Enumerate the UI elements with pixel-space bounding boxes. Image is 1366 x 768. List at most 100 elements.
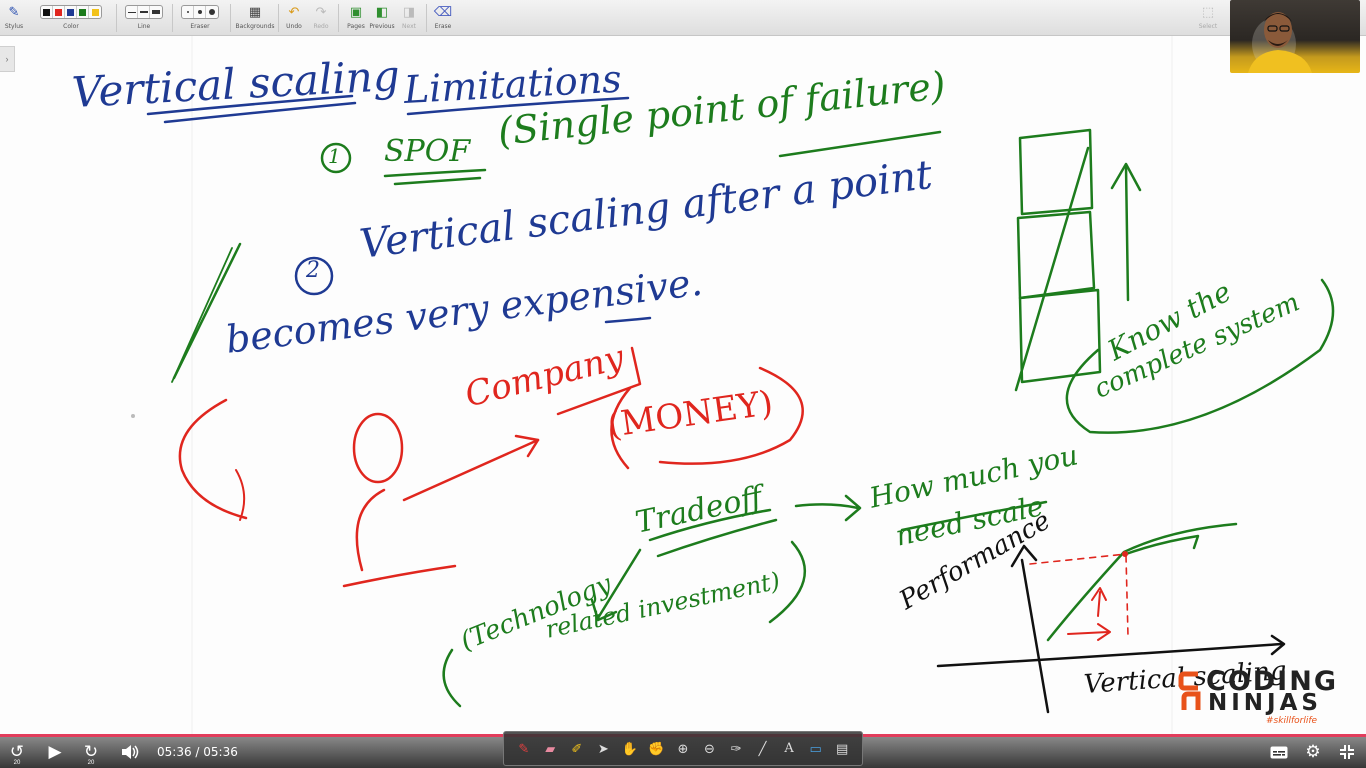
hand-icon[interactable]: ✋ <box>619 738 641 760</box>
eraser-large[interactable] <box>206 6 218 18</box>
right-arrow-shaft <box>794 503 860 510</box>
whiteboard-canvas[interactable]: Vertical scaling Limitations 1 SPOF (Sin… <box>0 36 1366 736</box>
backgrounds-button[interactable]: ▦ Backgrounds <box>235 2 275 34</box>
erase-all-button[interactable]: ⌫ Erase <box>432 2 454 34</box>
captions-button[interactable] <box>1268 740 1290 764</box>
toolbar-divider <box>426 4 427 32</box>
captions-icon <box>1270 746 1288 758</box>
redo-button[interactable]: ↷ Redo <box>310 2 332 34</box>
erase-all-icon: ⌫ <box>433 4 453 19</box>
red-dashed-horizontal <box>1029 553 1127 565</box>
screen-icon[interactable]: ▭ <box>805 738 827 760</box>
backgrounds-label: Backgrounds <box>235 23 275 30</box>
settings-button[interactable]: ⚙ <box>1302 740 1324 764</box>
previous-page-icon: ◧ <box>375 4 389 19</box>
note-point2-number: 2 <box>306 258 320 283</box>
note-point1-number: 1 <box>328 144 341 168</box>
rewind-button[interactable]: ↺ 20 <box>6 740 28 766</box>
logo-tagline: #skillforlife <box>1266 716 1318 726</box>
rewind-20-icon: ↺ <box>9 742 25 761</box>
marker-icon[interactable]: ✐ <box>566 738 588 760</box>
add-page-icon: ▣ <box>349 4 363 19</box>
side-panel-toggle[interactable]: › <box>0 46 15 72</box>
red-arrow-shaft <box>402 438 540 502</box>
tech-open-paren <box>442 648 462 708</box>
highlighter-eraser-icon[interactable]: ▰ <box>540 738 562 760</box>
gear-icon: ⚙ <box>1305 742 1321 761</box>
spof-underline-2 <box>393 176 482 186</box>
text-icon[interactable]: A <box>778 738 800 760</box>
green-slash <box>171 247 233 383</box>
color-picker[interactable]: Color <box>30 2 112 34</box>
pipette-icon[interactable]: ✑ <box>725 738 747 760</box>
color-swatch-black[interactable] <box>41 6 53 18</box>
rewind-seconds: 20 <box>13 760 21 766</box>
performance-curve <box>1046 522 1238 642</box>
color-swatches[interactable] <box>40 5 102 19</box>
eraser-medium[interactable] <box>194 6 206 18</box>
next-page-icon: ◨ <box>402 4 416 19</box>
line-label: Line <box>137 23 151 30</box>
play-icon: ▶ <box>48 742 62 761</box>
volume-icon <box>122 745 139 759</box>
presenter-webcam-icon <box>1248 12 1312 73</box>
stray-dot <box>131 414 135 418</box>
eraser-size-picker[interactable]: Eraser <box>176 2 224 34</box>
line-thin[interactable] <box>126 6 138 18</box>
forward-20-icon: ↻ <box>83 742 99 761</box>
zoom-in-icon[interactable]: ⊕ <box>672 738 694 760</box>
ruler-icon[interactable]: ▤ <box>831 738 853 760</box>
toolbar-divider <box>230 4 231 32</box>
redo-label: Redo <box>313 23 329 30</box>
erase-label: Erase <box>434 23 452 30</box>
red-dashed-vertical <box>1125 555 1129 637</box>
color-swatch-green[interactable] <box>77 6 89 18</box>
time-display: 05:36 / 05:36 <box>157 745 238 759</box>
expensive-underline <box>604 316 652 324</box>
line-icon[interactable]: ╱ <box>752 738 774 760</box>
volume-button[interactable] <box>118 740 142 764</box>
logo-line-2: NINJAS <box>1208 690 1322 716</box>
color-swatch-red[interactable] <box>53 6 65 18</box>
line-width-picker[interactable]: Line <box>120 2 168 34</box>
undo-label: Undo <box>286 23 302 30</box>
line-thick[interactable] <box>150 6 162 18</box>
presenter-webcam <box>1230 0 1360 73</box>
play-button[interactable]: ▶ <box>44 740 66 764</box>
next-page-button[interactable]: ◨ Next <box>398 2 420 34</box>
forward-seconds: 20 <box>87 760 95 766</box>
red-bracket-tail <box>235 469 246 521</box>
select-button[interactable]: ⬚ Select <box>1196 2 1220 34</box>
whiteboard-toolbar: ✎ Stylus Color Line Eraser ▦ Backgrounds… <box>0 0 1366 36</box>
red-point <box>1122 551 1128 557</box>
color-swatch-yellow[interactable] <box>89 6 101 18</box>
pointer-icon[interactable]: ➤ <box>593 738 615 760</box>
color-swatch-blue[interactable] <box>65 6 77 18</box>
undo-button[interactable]: ↶ Undo <box>283 2 305 34</box>
red-small-up-arrow <box>1091 587 1107 617</box>
undo-icon: ↶ <box>288 4 300 19</box>
color-label: Color <box>63 23 79 30</box>
person-body <box>355 488 386 572</box>
failure-underline <box>778 130 942 158</box>
ink-strokes <box>131 36 1335 736</box>
forward-button[interactable]: ↻ 20 <box>80 740 102 766</box>
graph-y-axis <box>1020 558 1050 714</box>
line-medium[interactable] <box>138 6 150 18</box>
stylus-tool[interactable]: ✎ Stylus <box>4 2 24 34</box>
screen: ✎ Stylus Color Line Eraser ▦ Backgrounds… <box>0 0 1366 768</box>
grab-icon[interactable]: ✊ <box>646 738 668 760</box>
pen-icon[interactable]: ✎ <box>513 738 535 760</box>
red-small-right-arrow <box>1067 623 1111 641</box>
stylus-label: Stylus <box>4 23 24 30</box>
next-label: Next <box>402 23 416 30</box>
pages-button[interactable]: ▣ Pages <box>344 2 368 34</box>
zoom-out-icon[interactable]: ⊖ <box>699 738 721 760</box>
fullscreen-button[interactable] <box>1336 740 1358 764</box>
previous-page-button[interactable]: ◧ Previous <box>369 2 394 34</box>
keyboard-icon: ▦ <box>248 4 262 19</box>
redo-icon: ↷ <box>315 4 327 19</box>
pen-icon: ✎ <box>8 4 20 19</box>
eraser-small[interactable] <box>182 6 194 18</box>
annotation-toolbar: ✎ ▰ ✐ ➤ ✋ ✊ ⊕ ⊖ ✑ ╱ A ▭ ▤ <box>503 731 863 766</box>
